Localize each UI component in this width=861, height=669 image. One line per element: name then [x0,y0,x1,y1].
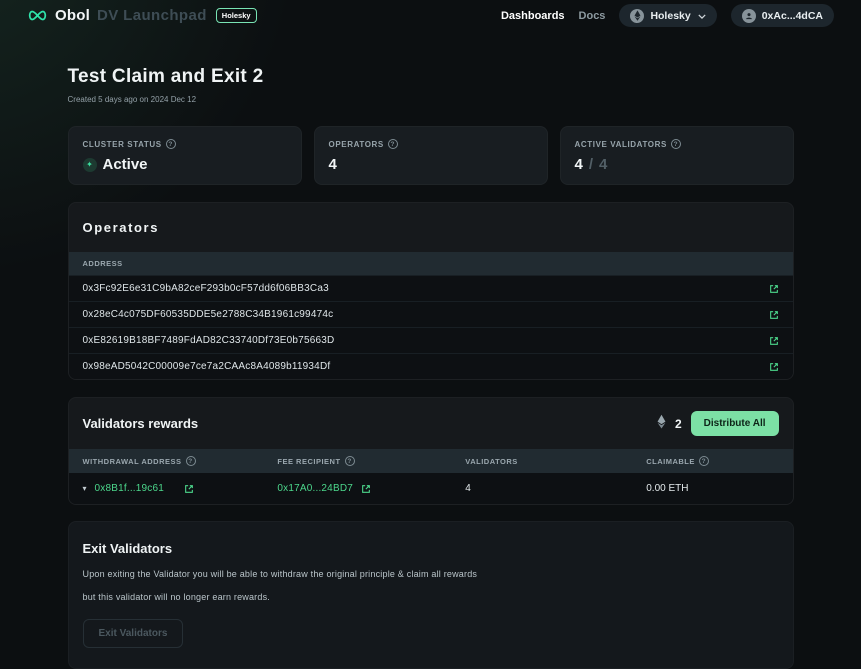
rewards-table-header: Withdrawal Address Fee Recipient Validat… [69,449,793,473]
claimable-column-header: Claimable [646,457,695,466]
network-selector-button[interactable]: Holesky [619,4,716,27]
table-row: 0xE82619B18BF7489FdAD82C33740Df73E0b7566… [69,327,793,353]
exit-description-line2: but this validator will no longer earn r… [83,592,779,602]
operators-count-label: Operators [329,140,384,149]
validators-rewards-card: Validators rewards 2 Distribute All With… [68,397,794,505]
distribute-all-button[interactable]: Distribute All [691,411,779,436]
cluster-status-card: Cluster Status Active [68,126,302,185]
brand-name: Obol [55,7,90,24]
obol-infinity-icon [27,9,48,22]
operators-table-header: Address [69,252,793,275]
cluster-status-label: Cluster Status [83,140,162,149]
network-selector-label: Holesky [650,10,690,22]
fee-recipient-link[interactable]: 0x17A0...24BD7 [277,483,353,494]
external-link-icon[interactable] [361,484,371,494]
validators-column-header: Validators [465,457,518,466]
total-rewards-value: 2 [675,417,682,431]
external-link-icon[interactable] [769,310,779,320]
active-validators-total: 4 [599,156,607,173]
nav-docs[interactable]: Docs [579,10,606,22]
help-icon[interactable] [166,139,176,149]
table-row: 0x8B1f...19c61 0x17A0...24BD7 4 0.00 ETH [69,473,793,504]
operators-card: Operators Address 0x3Fc92E6e31C9bA82ceF2… [68,202,794,380]
table-row: 0x3Fc92E6e31C9bA82ceF293b0cF57dd6f06BB3C… [69,275,793,301]
external-link-icon[interactable] [769,336,779,346]
external-link-icon[interactable] [769,284,779,294]
help-icon[interactable] [345,456,355,466]
brand-product: DV Launchpad [97,7,207,24]
help-icon[interactable] [388,139,398,149]
top-header: Obol DV Launchpad Holesky Dashboards Doc… [0,0,861,31]
active-validators-card: Active Validators 4 / 4 [560,126,794,185]
claimable-amount: 0.00 ETH [646,483,778,494]
withdrawal-address-column-header: Withdrawal Address [83,457,182,466]
operators-section-title: Operators [83,220,160,235]
active-validators-separator: / [589,156,593,173]
table-row: 0x28eC4c075DF60535DDE5e2788C34B1961c9947… [69,301,793,327]
account-button[interactable]: 0xAc...4dCA [731,4,834,27]
status-sparkle-icon [83,158,97,172]
fee-recipient-column-header: Fee Recipient [277,457,340,466]
account-address-label: 0xAc...4dCA [762,10,823,22]
page-subtitle: Created 5 days ago on 2024 Dec 12 [68,95,794,104]
operators-count-card: Operators 4 [314,126,548,185]
chevron-down-icon [698,10,706,22]
help-icon[interactable] [699,456,709,466]
validators-count: 4 [465,483,646,494]
exit-section-title: Exit Validators [83,541,779,556]
page-title: Test Claim and Exit 2 [68,66,794,88]
ethereum-network-icon [630,9,644,23]
help-icon[interactable] [186,456,196,466]
exit-validators-card: Exit Validators Upon exiting the Validat… [68,521,794,669]
active-validators-label: Active Validators [575,140,667,149]
exit-validators-button[interactable]: Exit Validators [83,619,184,648]
operator-address: 0x28eC4c075DF60535DDE5e2788C34B1961c9947… [83,309,334,320]
operators-count-value: 4 [329,156,337,173]
address-column-header: Address [83,259,123,268]
eth-diamond-icon [657,414,666,434]
external-link-icon[interactable] [769,362,779,372]
withdrawal-address-link[interactable]: 0x8B1f...19c61 [95,483,165,494]
help-icon[interactable] [671,139,681,149]
obol-logo[interactable]: Obol DV Launchpad Holesky [27,7,257,24]
stats-row: Cluster Status Active Operators 4 Active… [68,126,794,185]
external-link-icon[interactable] [184,484,194,494]
rewards-section-title: Validators rewards [83,416,199,431]
chevron-down-icon[interactable] [83,485,87,493]
nav-dashboards[interactable]: Dashboards [501,10,565,22]
cluster-status-value: Active [103,156,148,173]
exit-description-line1: Upon exiting the Validator you will be a… [83,569,779,579]
operator-address: 0x98eAD5042C00009e7ce7a2CAAc8A4089b11934… [83,361,331,372]
operator-address: 0xE82619B18BF7489FdAD82C33740Df73E0b7566… [83,335,335,346]
operator-address: 0x3Fc92E6e31C9bA82ceF293b0cF57dd6f06BB3C… [83,283,329,294]
network-badge: Holesky [216,8,257,23]
active-validators-value: 4 [575,156,583,173]
person-icon [742,9,756,23]
table-row: 0x98eAD5042C00009e7ce7a2CAAc8A4089b11934… [69,353,793,379]
